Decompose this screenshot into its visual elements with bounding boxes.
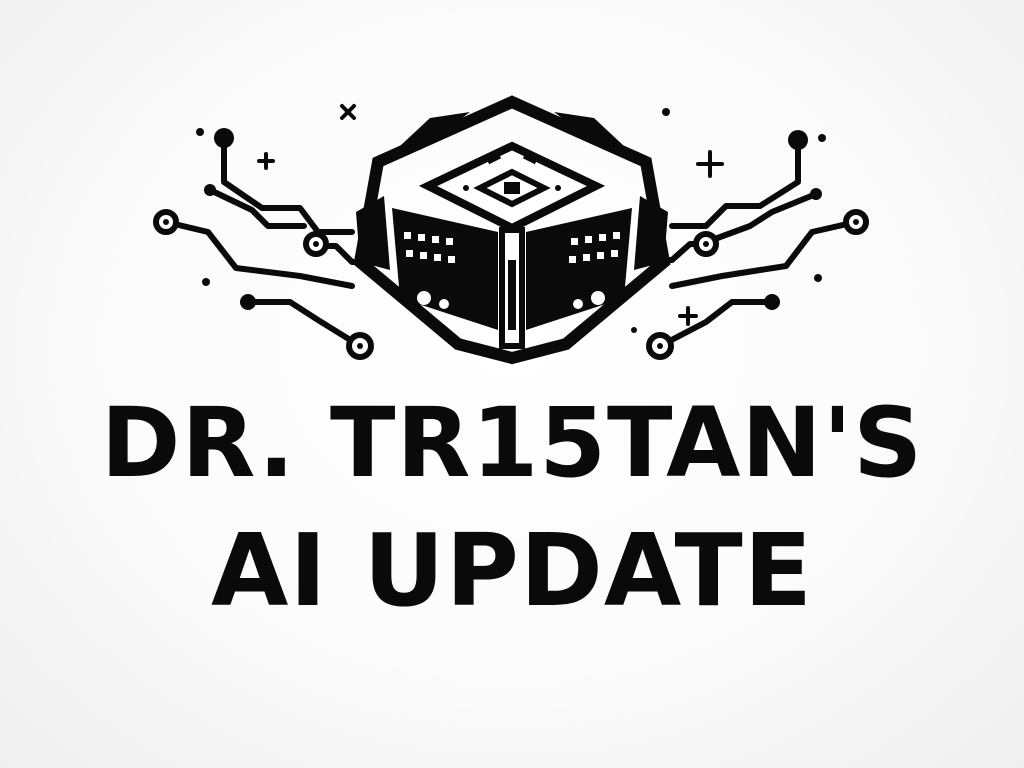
title-line-1: DR. TR15TAN'S [100, 387, 924, 499]
logo-canvas: DR. TR15TAN'S AI UPDATE [0, 0, 1024, 768]
title-line-2: AI UPDATE [210, 512, 814, 629]
circuit-processor-icon [153, 95, 869, 365]
